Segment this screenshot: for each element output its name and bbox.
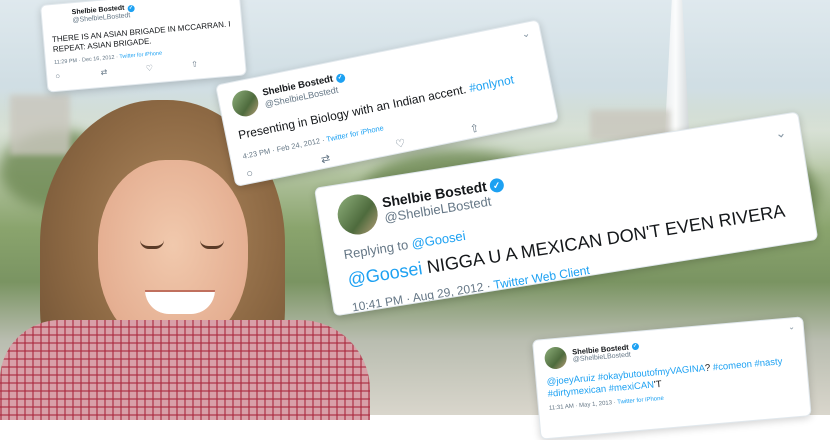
hashtag-link[interactable]: #comeon [712,359,752,373]
verified-icon: ✓ [631,343,639,351]
tweet-text-content: 'T [653,379,663,391]
reply-to-link[interactable]: @Goosei [410,228,466,251]
retweet-icon[interactable]: ⇄ [100,64,146,78]
verified-icon: ✓ [127,4,135,12]
avatar[interactable] [334,191,381,238]
mention-link[interactable]: @Goosei [346,258,424,290]
tweet-source[interactable]: Twitter for iPhone [326,123,385,143]
tweet-text-content: ? [704,362,711,375]
avatar[interactable] [229,88,261,119]
share-icon[interactable]: ⇧ [191,56,237,70]
chevron-down-icon[interactable]: ⌄ [774,125,787,143]
chevron-down-icon[interactable]: ⌄ [788,322,795,332]
verified-icon: ✓ [488,176,505,193]
reply-icon[interactable]: ○ [55,68,101,81]
tweet-timestamp[interactable]: 11:29 PM · Dec 16, 2012 [54,55,115,66]
hashtag-link[interactable]: #mexiCAN [608,380,654,395]
tweet-source[interactable]: Twitter for iPhone [119,51,162,61]
tweet-source[interactable]: Twitter for iPhone [617,395,664,405]
tweet-timestamp[interactable]: 11:31 AM · May 1, 2013 [549,400,613,411]
like-icon[interactable]: ♡ [146,60,192,73]
hashtag-link[interactable]: #onlynot [468,72,515,95]
chevron-down-icon[interactable]: ⌄ [521,28,531,40]
reply-prefix: Replying to [342,237,410,263]
plaid-shirt [0,320,370,420]
avatar[interactable] [543,346,568,370]
hashtag-link[interactable]: #nasty [754,356,783,369]
